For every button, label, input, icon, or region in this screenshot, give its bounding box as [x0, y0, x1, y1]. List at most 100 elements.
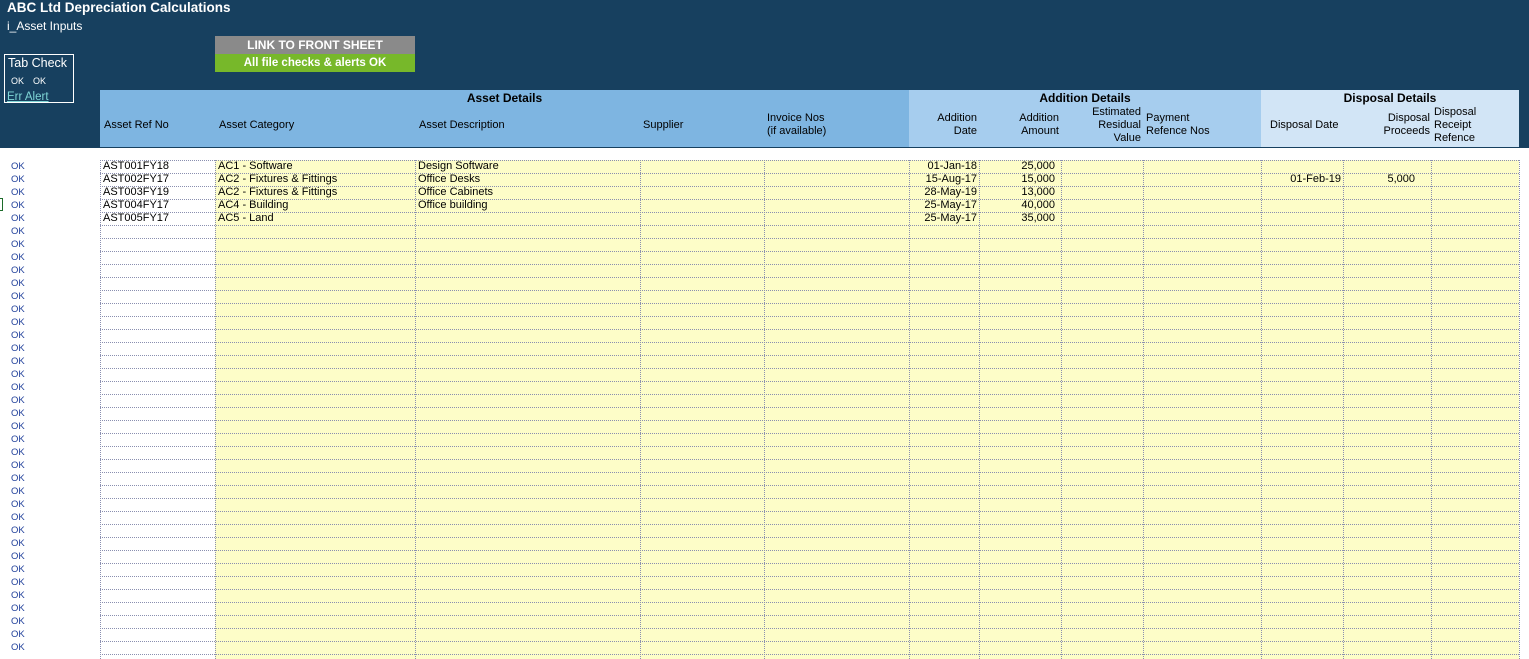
- col-asset-category: Asset Category: [219, 119, 295, 131]
- cell-disp-proc[interactable]: [1343, 199, 1415, 212]
- cell-ref[interactable]: AST004FY17: [103, 199, 213, 212]
- grid-row-line: [100, 407, 1519, 408]
- col-asset-ref: Asset Ref No: [104, 119, 169, 131]
- cell-description[interactable]: Office Desks: [418, 173, 638, 186]
- col-payment-line2: Refence Nos: [1146, 125, 1210, 137]
- cell-disp-date[interactable]: 01-Feb-19: [1261, 173, 1341, 186]
- row-status-ok: OK: [11, 538, 25, 549]
- cell-category[interactable]: AC1 - Software: [218, 160, 413, 173]
- row-status-ok: OK: [11, 551, 25, 562]
- cell-add-date[interactable]: 25-May-17: [909, 212, 977, 225]
- grid-column-line: [100, 160, 101, 659]
- cell-category[interactable]: AC4 - Building: [218, 199, 413, 212]
- cell-disp-date[interactable]: [1261, 199, 1341, 212]
- row-status-ok: OK: [11, 226, 25, 237]
- cell-disp-proc[interactable]: 5,000: [1343, 173, 1415, 186]
- grid-column-line: [215, 160, 216, 659]
- cell-ref[interactable]: AST001FY18: [103, 160, 213, 173]
- col-addition-date-line2: Date: [953, 125, 977, 137]
- grid-row-line: [100, 498, 1519, 499]
- col-residual-line1: Estimated: [1092, 106, 1141, 118]
- col-disposal-proceeds-line2: Proceeds: [1383, 125, 1430, 137]
- row-status-ok: OK: [11, 174, 25, 185]
- grid-row-line: [100, 355, 1519, 356]
- cell-category[interactable]: AC2 - Fixtures & Fittings: [218, 173, 413, 186]
- cell-disp-proc[interactable]: [1343, 212, 1415, 225]
- col-invoice-line1: Invoice Nos: [767, 112, 825, 124]
- cell-add-amt[interactable]: 15,000: [979, 173, 1055, 186]
- row-status-ok: OK: [11, 239, 25, 250]
- cell-ref[interactable]: AST002FY17: [103, 173, 213, 186]
- grid-row-line: [100, 316, 1519, 317]
- grid-row-line: [100, 433, 1519, 434]
- addition-details-title: Addition Details: [1039, 91, 1131, 105]
- grid-column-line: [1261, 160, 1262, 659]
- row-status-ok: OK: [11, 577, 25, 588]
- cell-disp-date[interactable]: [1261, 186, 1341, 199]
- link-to-front-sheet-button[interactable]: LINK TO FRONT SHEET: [215, 36, 415, 54]
- row-status-ok: OK: [11, 499, 25, 510]
- cell-add-date[interactable]: 01-Jan-18: [909, 160, 977, 173]
- cell-description[interactable]: Office Cabinets: [418, 186, 638, 199]
- grid-row-line: [100, 654, 1519, 655]
- row-status-ok: OK: [11, 161, 25, 172]
- col-disposal-proceeds-line1: Disposal: [1387, 112, 1430, 124]
- col-disposal-receipt-line2: Receipt: [1434, 119, 1472, 131]
- row-status-ok: OK: [11, 382, 25, 393]
- grid-row-line: [100, 264, 1519, 265]
- grid-row-line: [100, 628, 1519, 629]
- grid-row-line: [100, 459, 1519, 460]
- cell-disp-date[interactable]: [1261, 212, 1341, 225]
- row-status-ok: OK: [11, 187, 25, 198]
- ref-column-background: [100, 160, 215, 659]
- grid-row-line: [100, 329, 1519, 330]
- col-addition-amount-line1: Addition: [1019, 112, 1059, 124]
- col-supplier: Supplier: [643, 119, 684, 131]
- cell-disp-proc[interactable]: [1343, 160, 1415, 173]
- row-status-ok: OK: [11, 616, 25, 627]
- cell-add-amt[interactable]: 25,000: [979, 160, 1055, 173]
- cell-category[interactable]: AC2 - Fixtures & Fittings: [218, 186, 413, 199]
- col-addition-amount-line2: Amount: [1021, 125, 1059, 137]
- grid-row-line: [100, 277, 1519, 278]
- cell-description[interactable]: [418, 212, 638, 225]
- asset-details-header: Asset Details Asset Ref No Asset Categor…: [100, 90, 909, 147]
- col-invoice-line2: (if available): [767, 125, 827, 137]
- cell-add-date[interactable]: 25-May-17: [909, 199, 977, 212]
- grid-column-line: [415, 160, 416, 659]
- grid-row-line: [100, 290, 1519, 291]
- grid-column-line: [1431, 160, 1432, 659]
- cell-disp-date[interactable]: [1261, 160, 1341, 173]
- asset-input-grid[interactable]: AST001FY18 AC1 - Software Design Software 0…: [100, 160, 1520, 659]
- cell-disp-proc[interactable]: [1343, 186, 1415, 199]
- grid-row-line: [100, 303, 1519, 304]
- row-status-ok: OK: [11, 304, 25, 315]
- col-disposal-receipt-line3: Refence: [1434, 132, 1475, 144]
- selected-cell-marker: [0, 198, 3, 211]
- cell-add-date[interactable]: 28-May-19: [909, 186, 977, 199]
- row-status-ok: OK: [11, 629, 25, 640]
- disposal-details-header: Disposal Details Disposal Date Disposal …: [1261, 90, 1519, 147]
- col-asset-description: Asset Description: [419, 119, 505, 131]
- cell-description[interactable]: Office building: [418, 199, 638, 212]
- cell-add-date[interactable]: 15-Aug-17: [909, 173, 977, 186]
- cell-ref[interactable]: AST005FY17: [103, 212, 213, 225]
- row-status-ok: OK: [11, 642, 25, 653]
- tab-check-box: Tab Check OK OK Err Alert: [4, 54, 74, 103]
- err-alert-link[interactable]: Err Alert: [7, 91, 49, 103]
- col-addition-date-line1: Addition: [937, 112, 977, 124]
- grid-column-line: [1061, 160, 1062, 659]
- grid-column-line: [640, 160, 641, 659]
- grid-row-line: [100, 251, 1519, 252]
- cell-add-amt[interactable]: 13,000: [979, 186, 1055, 199]
- row-status-ok: OK: [11, 590, 25, 601]
- row-status-ok: OK: [11, 564, 25, 575]
- cell-ref[interactable]: AST003FY19: [103, 186, 213, 199]
- grid-row-line: [100, 563, 1519, 564]
- row-status-ok: OK: [11, 356, 25, 367]
- cell-add-amt[interactable]: 35,000: [979, 212, 1055, 225]
- cell-category[interactable]: AC5 - Land: [218, 212, 413, 225]
- row-status-ok: OK: [11, 395, 25, 406]
- cell-add-amt[interactable]: 40,000: [979, 199, 1055, 212]
- cell-description[interactable]: Design Software: [418, 160, 638, 173]
